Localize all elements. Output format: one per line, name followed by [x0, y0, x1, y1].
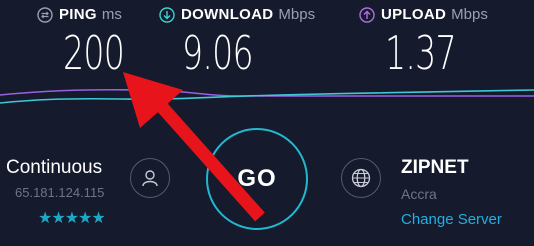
isp-rating-stars[interactable]: ★★★★★	[38, 208, 106, 228]
user-icon[interactable]	[130, 158, 170, 198]
ping-header: PING ms	[37, 6, 122, 23]
upload-label: UPLOAD	[381, 6, 447, 23]
upload-header: UPLOAD Mbps	[359, 6, 488, 23]
speed-graph	[0, 88, 534, 104]
connection-name: Continuous	[6, 157, 103, 178]
ping-value: 200	[63, 26, 125, 80]
ping-icon	[37, 6, 53, 23]
download-value: 9.06	[182, 26, 254, 80]
ping-unit: ms	[101, 6, 122, 23]
server-name: ZIPNET	[401, 157, 469, 178]
ip-address: 65.181.124.115	[15, 185, 105, 200]
go-label: GO	[237, 165, 277, 192]
globe-icon[interactable]	[341, 158, 381, 198]
upload-arrow-icon	[359, 6, 375, 23]
server-location: Accra	[401, 186, 437, 202]
go-button[interactable]: GO	[206, 128, 308, 230]
upload-unit: Mbps	[451, 6, 488, 23]
download-arrow-icon	[159, 6, 175, 23]
download-header: DOWNLOAD Mbps	[159, 6, 315, 23]
download-unit: Mbps	[278, 6, 316, 23]
ping-label: PING	[59, 6, 97, 23]
download-label: DOWNLOAD	[181, 6, 274, 23]
change-server-link[interactable]: Change Server	[401, 211, 502, 228]
upload-value: 1.37	[385, 26, 457, 80]
